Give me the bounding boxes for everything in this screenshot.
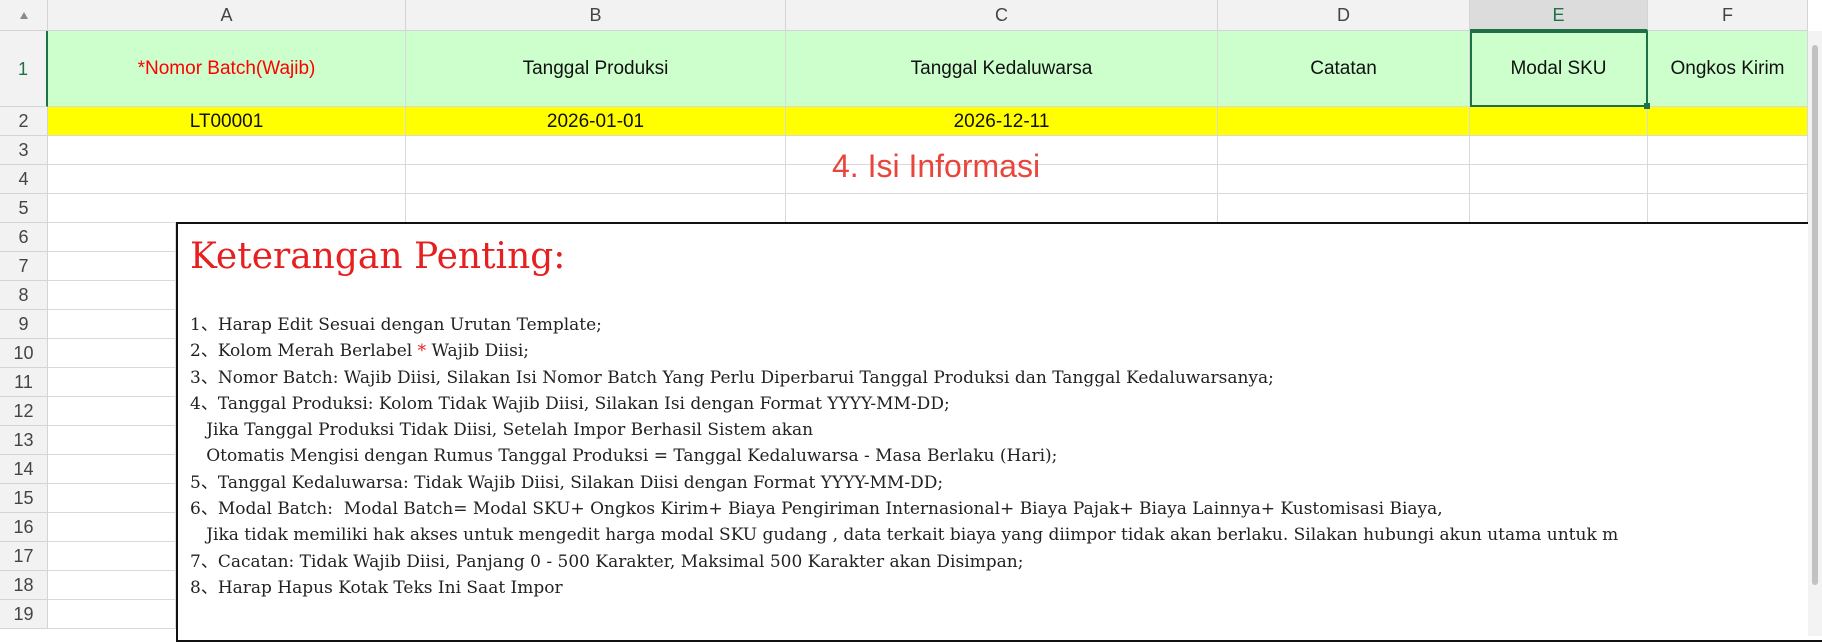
instruction-line-6: 6、Modal Batch: Modal Batch= Modal SKU+ O… — [190, 499, 1443, 520]
row-header-5[interactable]: 5 — [0, 194, 48, 223]
column-header-b[interactable]: B — [406, 0, 786, 31]
empty-cell[interactable] — [1648, 136, 1808, 165]
empty-cell[interactable] — [48, 542, 176, 571]
cell-f1-shipping-cost-header[interactable]: Ongkos Kirim — [1648, 31, 1808, 107]
instruction-line-2-rest: Wajib Diisi; — [426, 341, 530, 362]
header-row: *Nomor Batch(Wajib) Tanggal Produksi Tan… — [48, 31, 1808, 107]
instruction-line-3: 3、Nomor Batch: Wajib Diisi, Silakan Isi … — [190, 367, 1274, 388]
row-header-18[interactable]: 18 — [0, 571, 48, 600]
cell-e1-sku-cost-header[interactable]: Modal SKU — [1470, 31, 1648, 107]
column-header-a[interactable]: A — [48, 0, 406, 31]
select-all-triangle-icon — [20, 12, 28, 19]
empty-cell[interactable] — [1218, 136, 1470, 165]
instruction-line-4: 4、Tanggal Produksi: Kolom Tidak Wajib Di… — [190, 393, 950, 414]
column-header-e[interactable]: E — [1470, 0, 1648, 31]
empty-cell[interactable] — [406, 136, 786, 165]
row-header-6[interactable]: 6 — [0, 223, 48, 252]
instruction-line-2: 2、Kolom Merah Berlabel * Wajib Diisi; — [190, 338, 1618, 364]
row-header-11[interactable]: 11 — [0, 368, 48, 397]
empty-row — [48, 194, 1808, 223]
empty-cell[interactable] — [1470, 194, 1648, 223]
empty-cell[interactable] — [48, 136, 406, 165]
instructions-text-box[interactable]: Keterangan Penting: 1、Harap Edit Sesuai … — [176, 222, 1822, 642]
cell-f2[interactable] — [1648, 107, 1808, 136]
empty-cell[interactable] — [48, 165, 406, 194]
row-header-19[interactable]: 19 — [0, 600, 48, 629]
cell-d2[interactable] — [1218, 107, 1470, 136]
empty-cell[interactable] — [48, 600, 176, 629]
step-annotation-label: 4. Isi Informasi — [832, 148, 1041, 184]
row-header-3[interactable]: 3 — [0, 136, 48, 165]
empty-cell[interactable] — [48, 223, 176, 252]
vertical-scrollbar[interactable] — [1808, 31, 1822, 636]
empty-cell[interactable] — [48, 426, 176, 455]
cell-b2[interactable]: 2026-01-01 — [406, 107, 786, 136]
empty-cell[interactable] — [406, 165, 786, 194]
required-asterisk: * — [417, 341, 427, 362]
empty-cell[interactable] — [1470, 165, 1648, 194]
row-header-1[interactable]: 1 — [0, 31, 48, 107]
empty-cell[interactable] — [48, 252, 176, 281]
row-header-13[interactable]: 13 — [0, 426, 48, 455]
cell-c1-expiry-date-header[interactable]: Tanggal Kedaluwarsa — [786, 31, 1218, 107]
empty-cell[interactable] — [1218, 165, 1470, 194]
empty-cell[interactable] — [48, 484, 176, 513]
row-header-15[interactable]: 15 — [0, 484, 48, 513]
row-header-16[interactable]: 16 — [0, 513, 48, 542]
empty-cell[interactable] — [48, 310, 176, 339]
cell-a2[interactable]: LT00001 — [48, 107, 406, 136]
empty-cell[interactable] — [48, 513, 176, 542]
instructions-list: 1、Harap Edit Sesuai dengan Urutan Templa… — [190, 312, 1618, 601]
cell-a1-batch-number-header[interactable]: *Nomor Batch(Wajib) — [48, 31, 406, 107]
empty-cell[interactable] — [48, 571, 176, 600]
column-header-c[interactable]: C — [786, 0, 1218, 31]
empty-cell[interactable] — [1648, 194, 1808, 223]
select-all-corner[interactable] — [0, 0, 48, 31]
row-header-8[interactable]: 8 — [0, 281, 48, 310]
row-header-12[interactable]: 12 — [0, 397, 48, 426]
cell-d1-notes-header[interactable]: Catatan — [1218, 31, 1470, 107]
empty-cell[interactable] — [48, 397, 176, 426]
row-header-14[interactable]: 14 — [0, 455, 48, 484]
empty-cell[interactable] — [48, 281, 176, 310]
instruction-line-1: 1、Harap Edit Sesuai dengan Urutan Templa… — [190, 315, 602, 335]
row-header-10[interactable]: 10 — [0, 339, 48, 368]
row-header-9[interactable]: 9 — [0, 310, 48, 339]
instruction-line-2-text: 2、Kolom Merah Berlabel — [190, 341, 418, 362]
instructions-title: Keterangan Penting: — [190, 236, 566, 277]
cell-e2[interactable] — [1470, 107, 1648, 136]
scrollbar-thumb[interactable] — [1812, 45, 1818, 585]
empty-cell[interactable] — [48, 339, 176, 368]
row-header-4[interactable]: 4 — [0, 165, 48, 194]
empty-cell[interactable] — [48, 368, 176, 397]
empty-cell[interactable] — [48, 455, 176, 484]
instruction-line-4c: Otomatis Mengisi dengan Rumus Tanggal Pr… — [190, 446, 1058, 467]
instruction-line-5: 5、Tanggal Kedaluwarsa: Tidak Wajib Diisi… — [190, 472, 944, 493]
column-header-f[interactable]: F — [1648, 0, 1808, 31]
empty-cell[interactable] — [1470, 136, 1648, 165]
empty-cell[interactable] — [1648, 165, 1808, 194]
column-header-d[interactable]: D — [1218, 0, 1470, 31]
row-header-2[interactable]: 2 — [0, 107, 48, 136]
instruction-line-4b: Jika Tanggal Produksi Tidak Diisi, Setel… — [190, 420, 814, 441]
data-row-2: LT00001 2026-01-01 2026-12-11 — [48, 107, 1808, 136]
empty-cell[interactable] — [1218, 194, 1470, 223]
row-header-17[interactable]: 17 — [0, 542, 48, 571]
empty-cell[interactable] — [786, 194, 1218, 223]
empty-cell[interactable] — [406, 194, 786, 223]
cell-c2[interactable]: 2026-12-11 — [786, 107, 1218, 136]
row-header-7[interactable]: 7 — [0, 252, 48, 281]
instruction-line-8: 8、Harap Hapus Kotak Teks Ini Saat Impor — [190, 577, 563, 598]
empty-cell[interactable] — [48, 194, 406, 223]
instruction-line-7: 7、Cacatan: Tidak Wajib Diisi, Panjang 0 … — [190, 551, 1024, 572]
instruction-line-6b: Jika tidak memiliki hak akses untuk meng… — [190, 525, 1619, 546]
cell-b1-production-date-header[interactable]: Tanggal Produksi — [406, 31, 786, 107]
